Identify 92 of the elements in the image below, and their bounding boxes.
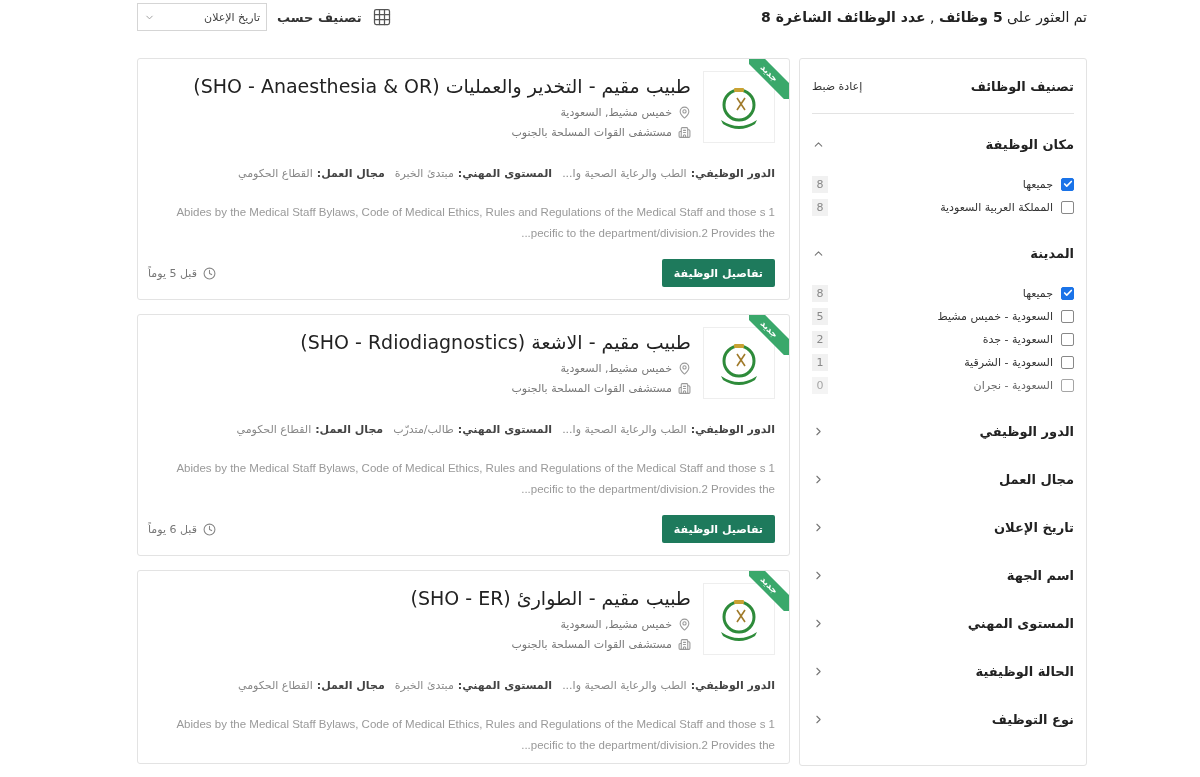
filter-section-header[interactable]: تاريخ الإعلان [812,503,1074,551]
meta-label: الدور الوظيفي: [690,423,775,436]
clock-icon [202,266,216,280]
filter-section-title: الدور الوظيفي [979,423,1074,439]
grid-icon[interactable] [371,7,392,27]
reset-link[interactable]: إعادة ضبط [812,79,863,93]
location-pin-icon [678,106,691,119]
filter-section-title: اسم الجهة [1006,567,1074,583]
filter-section-title: نوع التوظيف [991,711,1074,727]
filter-option-label: المملكة العربية السعودية [939,200,1053,214]
checkbox[interactable] [1061,332,1074,346]
option-count: 0 [812,376,828,394]
filter-section-header[interactable]: نوع التوظيف [812,695,1074,743]
new-ribbon: جديد [749,59,789,99]
organization-name: مستشفى القوات المسلحة بالجنوب [511,638,672,651]
checkbox[interactable] [1061,355,1074,369]
new-ribbon: جديد [749,571,789,611]
clock-icon [202,522,216,536]
results-summary: تم العثور على 5 وظائف , عدد الوظائف الشاغرة 8 [761,9,1087,25]
meta-value: القطاع الحكومي [238,167,313,180]
meta-label: مجال العمل: [316,167,385,180]
filter-section-header[interactable]: الدور الوظيفي [812,407,1074,455]
filter-section-title: الحالة الوظيفية [975,663,1074,679]
posted-time: قبل 6 يوماً [148,522,197,536]
filter-option-label: السعودية - الشرقية [963,355,1053,369]
filter-section-title: المستوى المهني [967,615,1074,631]
job-description-line: Abides by the Medical Staff Bylaws, Code of Medical Ethics, Rules and Regulations of the Medical Staff and those s 1 [175,462,775,474]
meta-value: مبتدئ الخبرة [394,167,454,180]
checkbox[interactable] [1061,286,1074,300]
job-description-line: Abides by the Medical Staff Bylaws, Code of Medical Ethics, Rules and Regulations of the Medical Staff and those s 1 [175,718,775,730]
job-location: خميس مشيط, السعودية [560,362,672,375]
filter-section-header[interactable]: مكان الوظيفة [812,120,1074,168]
filter-section-title: مكان الوظيفة [985,136,1074,152]
option-count: 8 [812,175,828,193]
filter-section-header[interactable]: المستوى المهني [812,599,1074,647]
option-count: 8 [812,284,828,302]
posted-time: قبل 5 يوماً [148,266,197,280]
sort-label: تصنيف حسب [277,9,362,25]
meta-value: القطاع الحكومي [236,423,312,436]
filter-section-header[interactable]: الحالة الوظيفية [812,647,1074,695]
meta-value: الطب والرعاية الصحية وا... [562,167,687,180]
meta-value: الطب والرعاية الصحية وا... [562,679,687,692]
job-description-line: ...pecific to the department/division.2 Provides the [520,739,775,751]
job-description-line: ...pecific to the department/division.2 Provides the [520,227,775,239]
filter-option-label: السعودية - جدة [981,332,1053,346]
meta-label: المستوى المهني: [457,423,553,436]
job-title[interactable]: طبيب مقيم - الاشعة (SHO - Rdiodiagnostics) [300,329,691,355]
building-icon [678,638,691,651]
meta-value: القطاع الحكومي [238,679,313,692]
filter-option-label: السعودية - نجران [972,378,1053,392]
option-count: 8 [812,198,828,216]
filter-section-header[interactable]: اسم الجهة [812,551,1074,599]
option-count: 1 [812,353,828,371]
meta-label: الدور الوظيفي: [690,167,775,180]
filter-option-label: السعودية - خميس مشيط [936,309,1053,323]
filter-option-label: جميعها [1021,177,1053,191]
filter-section-title: المدينة [1030,245,1074,261]
location-pin-icon [678,362,691,375]
job-location: خميس مشيط, السعودية [560,106,672,119]
checkbox[interactable] [1061,200,1074,214]
meta-label: مجال العمل: [316,679,385,692]
building-icon [678,382,691,395]
organization-name: مستشفى القوات المسلحة بالجنوب [511,126,672,139]
filter-section-title: مجال العمل [998,471,1074,487]
job-details-button[interactable]: تفاصيل الوظيفة [661,259,775,287]
meta-label: المستوى المهني: [457,679,553,692]
organization-name: مستشفى القوات المسلحة بالجنوب [511,382,672,395]
job-description-line: ...pecific to the department/division.2 Provides the [520,483,775,495]
filter-panel-title: تصنيف الوظائف [970,78,1074,94]
meta-value: الطب والرعاية الصحية وا... [562,423,687,436]
filter-option-label: جميعها [1021,286,1053,300]
location-pin-icon [678,618,691,631]
meta-label: الدور الوظيفي: [690,679,775,692]
sort-select[interactable]: تاريخ الإعلان [137,3,267,31]
filter-section-title: تاريخ الإعلان [994,519,1074,535]
meta-label: المستوى المهني: [457,167,553,180]
building-icon [678,126,691,139]
option-count: 2 [812,330,828,348]
option-count: 5 [812,307,828,325]
meta-label: مجال العمل: [315,423,384,436]
job-details-button[interactable]: تفاصيل الوظيفة [661,515,775,543]
job-title[interactable]: طبيب مقيم - الطوارئ (SHO - ER) [410,585,691,611]
filter-section-header[interactable]: مجال العمل [812,455,1074,503]
filter-section-header[interactable]: المدينة [812,229,1074,277]
job-description-line: Abides by the Medical Staff Bylaws, Code of Medical Ethics, Rules and Regulations of the Medical Staff and those s 1 [175,206,775,218]
new-ribbon: جديد [749,315,789,355]
meta-value: طالب/متدرّب [393,423,454,436]
job-location: خميس مشيط, السعودية [560,618,672,631]
checkbox[interactable] [1061,309,1074,323]
job-title[interactable]: طبيب مقيم - التخدير والعمليات (SHO - Anaesthesia & OR) [193,73,691,99]
meta-value: مبتدئ الخبرة [394,679,454,692]
checkbox[interactable] [1061,177,1074,191]
